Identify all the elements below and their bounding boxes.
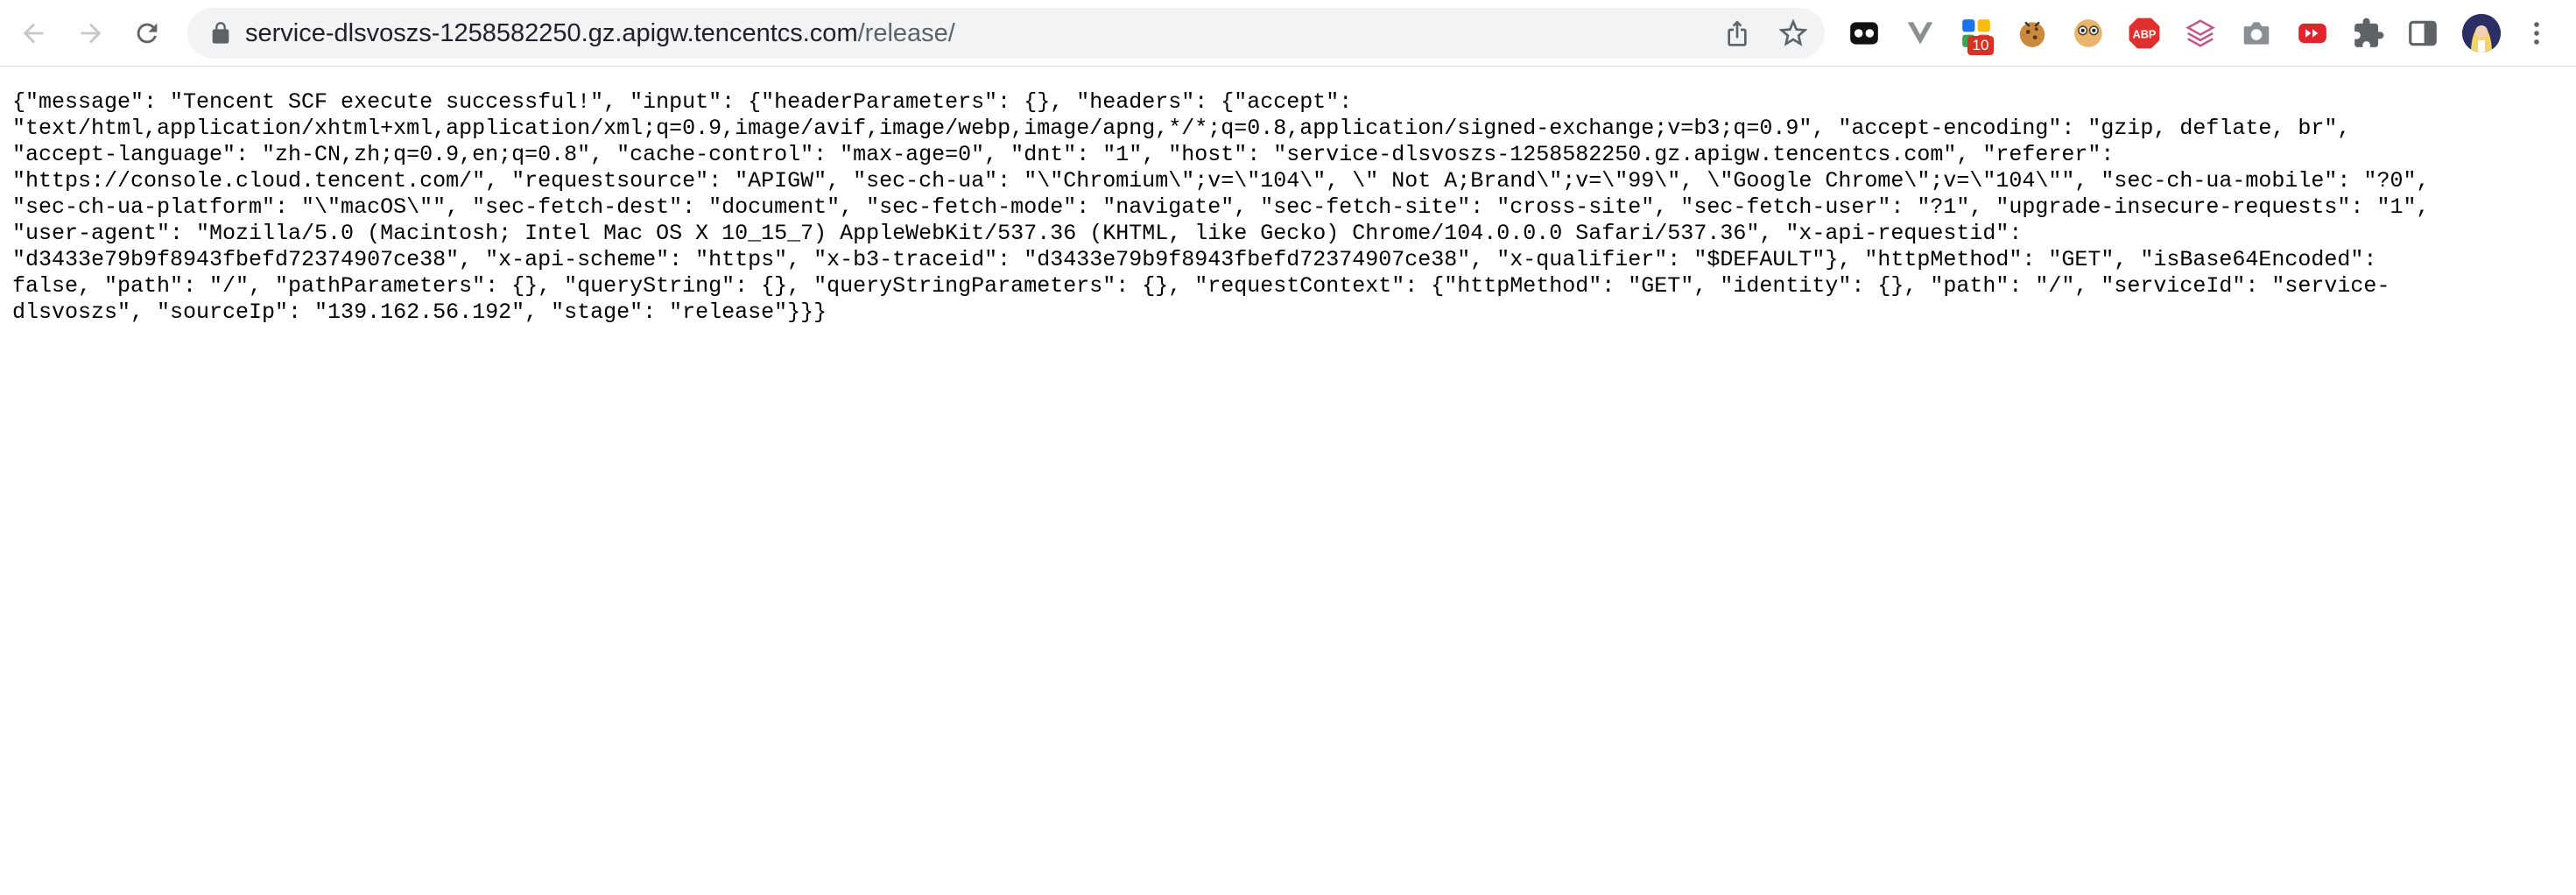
avatar-image — [2462, 14, 2501, 53]
body-line: dlsvoszs", "sourceIp": "139.162.56.192",… — [12, 300, 827, 325]
body-line: false, "path": "/", "pathParameters": {}… — [12, 273, 2390, 299]
share-icon[interactable] — [1723, 19, 1751, 47]
extension-8[interactable] — [2240, 17, 2273, 50]
extension-1[interactable] — [1848, 17, 1881, 50]
back-button[interactable] — [14, 14, 53, 53]
side-panel-button[interactable] — [2406, 17, 2439, 50]
camera-icon — [2243, 22, 2270, 45]
extension-badge: 10 — [1967, 36, 1994, 55]
extension-4[interactable] — [2016, 17, 2049, 50]
extension-5[interactable] — [2072, 17, 2105, 50]
extensions-button[interactable] — [2352, 17, 2385, 50]
menu-icon — [2534, 22, 2539, 45]
body-line: "https://console.cloud.tencent.com/", "r… — [12, 168, 2430, 194]
avatar[interactable] — [2462, 14, 2501, 53]
url-text[interactable]: service-dlsvoszs-1258582250.gz.apigw.ten… — [245, 8, 955, 59]
forward-icon — [81, 23, 102, 44]
reload-icon — [137, 23, 158, 44]
extension-v-icon — [1907, 22, 1933, 45]
extensions-puzzle-icon — [2354, 18, 2384, 47]
bookmark-star-icon[interactable] — [1779, 19, 1807, 47]
extension-cookie-icon — [2019, 21, 2045, 47]
adblock-icon: ABP — [2129, 18, 2160, 49]
menu-button[interactable] — [2522, 17, 2551, 50]
extension-7[interactable] — [2184, 17, 2217, 50]
extension-9[interactable] — [2296, 17, 2329, 50]
extension-6[interactable]: ABP — [2128, 17, 2161, 50]
browser-toolbar: service-dlsvoszs-1258582250.gz.apigw.ten… — [0, 0, 2576, 67]
body-line: "text/html,application/xhtml+xml,applica… — [12, 116, 2351, 141]
svg-text:ABP: ABP — [2133, 29, 2157, 41]
extension-mask-icon — [1850, 22, 1878, 45]
back-icon — [23, 23, 44, 44]
url-host: service-dlsvoszs-1258582250.gz.apigw.ten… — [245, 19, 858, 47]
extension-layers-icon — [2185, 19, 2215, 47]
address-bar[interactable]: service-dlsvoszs-1258582250.gz.apigw.ten… — [187, 8, 1825, 59]
lock-icon[interactable] — [208, 21, 233, 46]
body-line: "user-agent": "Mozilla/5.0 (Macintosh; I… — [12, 221, 2023, 246]
forward-button[interactable] — [72, 14, 110, 53]
body-line: "sec-ch-ua-platform": "\"macOS\"", "sec-… — [12, 194, 2430, 220]
url-path: /release/ — [857, 19, 955, 47]
body-line: {"message": "Tencent SCF execute success… — [12, 89, 1353, 115]
extension-2[interactable] — [1904, 17, 1937, 50]
reload-button[interactable] — [128, 14, 166, 53]
video-play-icon — [2298, 23, 2326, 44]
side-panel-icon — [2409, 20, 2437, 46]
extension-face-icon — [2074, 19, 2102, 47]
body-line: "accept-language": "zh-CN,zh;q=0.9,en;q=… — [12, 142, 2115, 167]
json-response-body: {"message": "Tencent SCF execute success… — [12, 89, 2551, 326]
body-line: "d3433e79b9f8943fbefd72374907ce38", "x-a… — [12, 247, 2377, 272]
